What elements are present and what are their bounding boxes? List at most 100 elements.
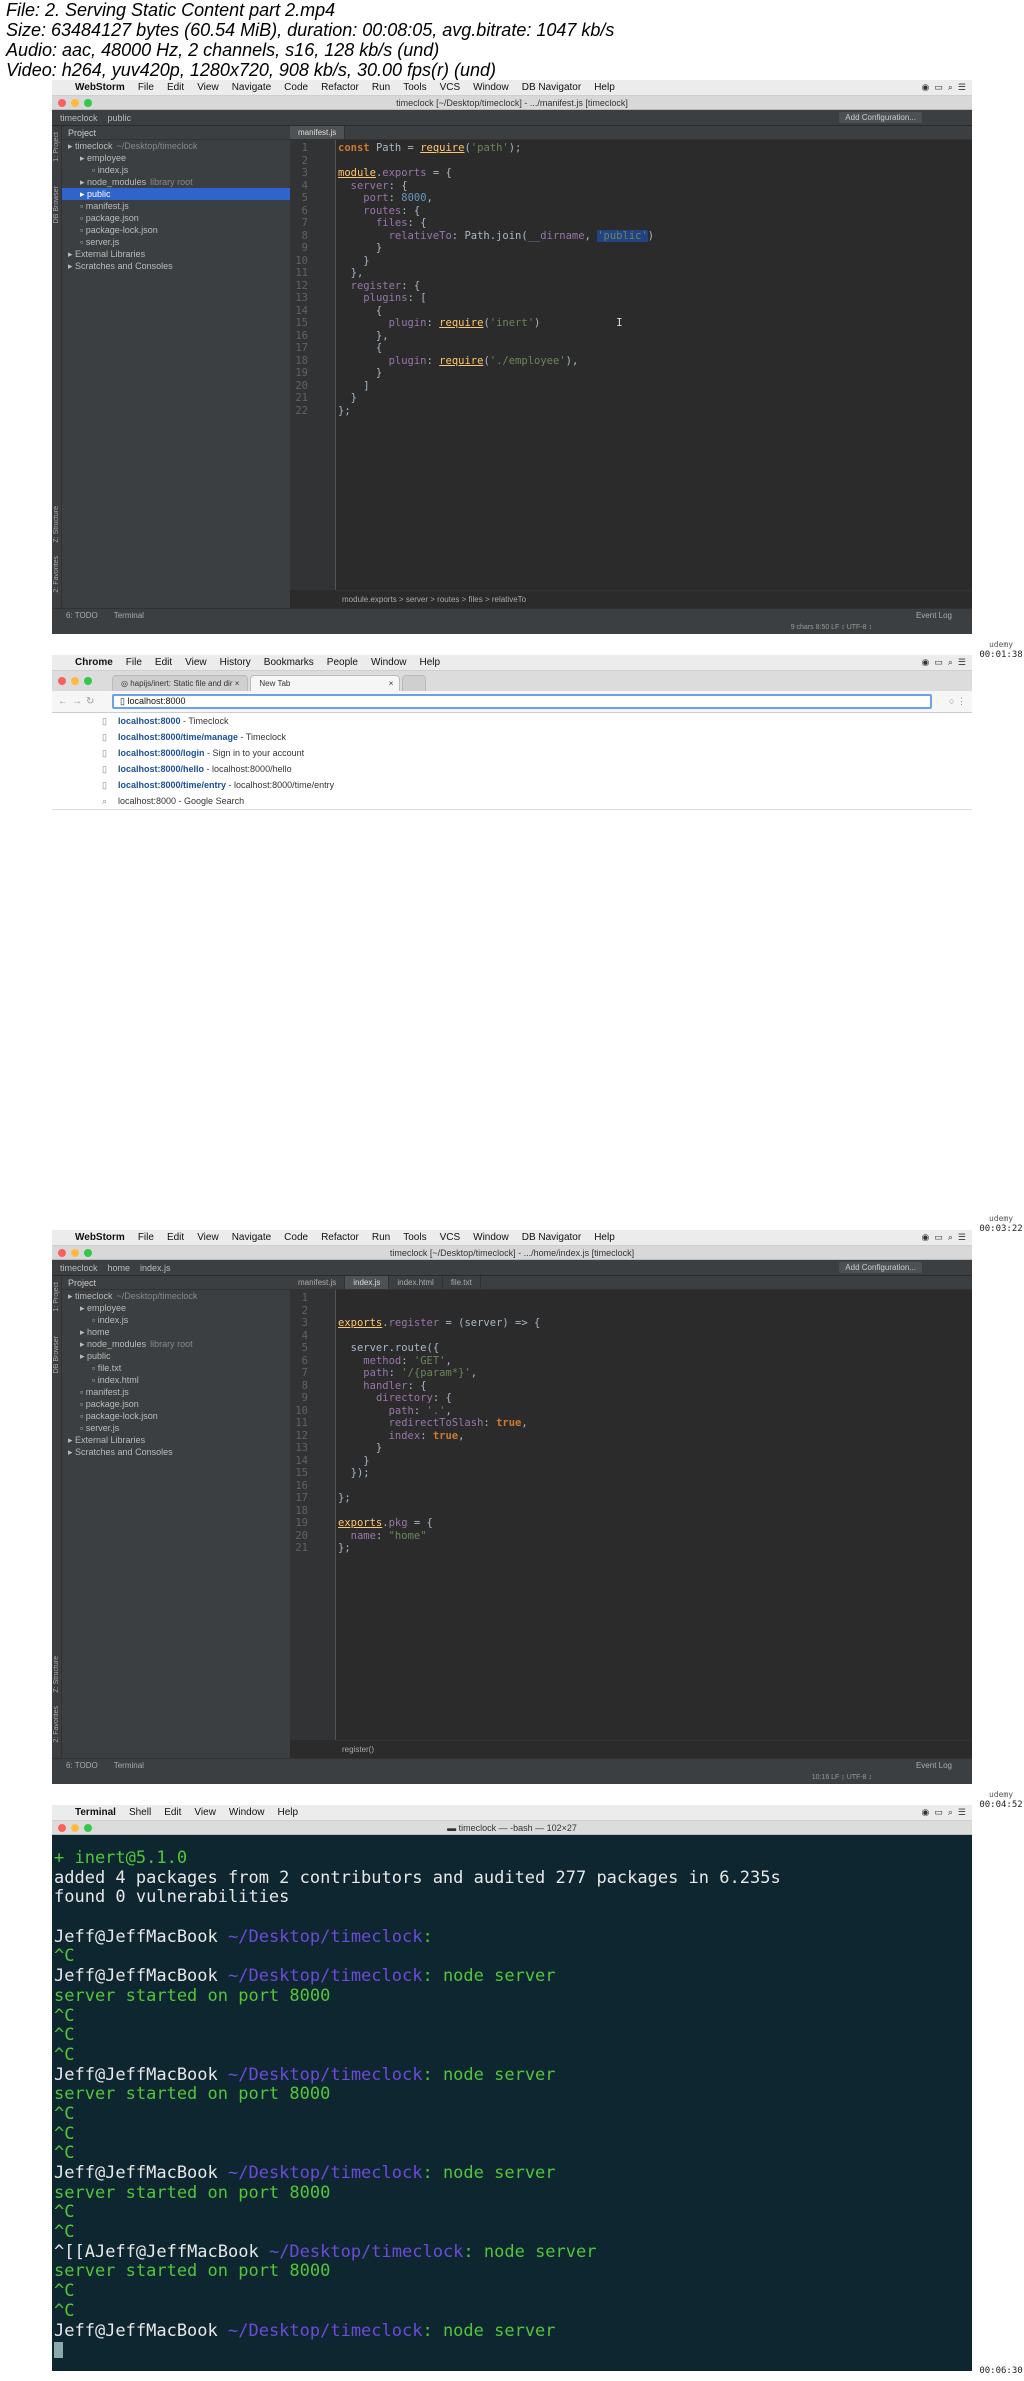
- project-tool-label[interactable]: 1: Project: [53, 132, 60, 162]
- menu-help[interactable]: Help: [420, 657, 441, 668]
- code-editor[interactable]: manifest.js index.js index.html file.txt…: [290, 1276, 972, 1758]
- tree-item[interactable]: ▫ manifest.js: [62, 200, 290, 212]
- event-log-button[interactable]: Event Log: [916, 1761, 952, 1770]
- menu-shell[interactable]: Shell: [129, 1807, 151, 1818]
- favorites-tool-label[interactable]: 2: Favorites: [53, 1706, 60, 1743]
- tree-item[interactable]: ▫ package.json: [62, 1398, 290, 1410]
- tree-item[interactable]: ▫ manifest.js: [62, 1386, 290, 1398]
- menu-edit[interactable]: Edit: [155, 657, 172, 668]
- tree-item[interactable]: ▸ employee: [62, 1302, 290, 1314]
- nav-crumb-index[interactable]: index.js: [140, 1263, 171, 1273]
- menu-app[interactable]: Chrome: [75, 657, 113, 668]
- menu-code[interactable]: Code: [284, 1232, 308, 1243]
- nav-crumb-timeclock[interactable]: timeclock: [60, 1263, 98, 1273]
- terminal-tab[interactable]: Terminal: [114, 1761, 144, 1770]
- menu-vcs[interactable]: VCS: [440, 1232, 461, 1243]
- tab-index-html[interactable]: index.html: [389, 1276, 443, 1289]
- menu-db-navigator[interactable]: DB Navigator: [522, 82, 581, 93]
- editor-breadcrumb[interactable]: module.exports > server > routes > files…: [336, 590, 972, 608]
- menu-refactor[interactable]: Refactor: [321, 1232, 359, 1243]
- menu-db-navigator[interactable]: DB Navigator: [522, 1232, 581, 1243]
- tree-item[interactable]: ▫ server.js: [62, 236, 290, 248]
- tab-inert-github[interactable]: ◎ hapijs/inert: Static file and dir ×: [112, 675, 249, 691]
- tree-item[interactable]: ▫ file.txt: [62, 1362, 290, 1374]
- tab-new-tab[interactable]: New Tab ×: [250, 675, 401, 692]
- tree-item[interactable]: ▸ public: [62, 1350, 290, 1362]
- tab-file-txt[interactable]: file.txt: [443, 1276, 481, 1289]
- menu-window[interactable]: Window: [473, 82, 509, 93]
- menu-run[interactable]: Run: [372, 1232, 390, 1243]
- zoom-icon[interactable]: [84, 1249, 92, 1257]
- zoom-icon[interactable]: [84, 677, 92, 685]
- add-configuration-button[interactable]: Add Configuration...: [839, 1262, 922, 1273]
- menu-file[interactable]: File: [138, 1232, 154, 1243]
- suggestion-item[interactable]: ▯ localhost:8000/hello - localhost:8000/h…: [52, 761, 972, 777]
- suggestion-item[interactable]: ▯ localhost:8000/login - Sign in to your …: [52, 745, 972, 761]
- terminal-output[interactable]: + inert@5.1.0 added 4 packages from 2 con…: [52, 1835, 972, 2371]
- menu-help[interactable]: Help: [278, 1807, 299, 1818]
- list-icon[interactable]: ☰: [958, 1807, 966, 1818]
- tab-close-icon[interactable]: ×: [235, 679, 240, 688]
- tree-item[interactable]: ▫ server.js: [62, 1422, 290, 1434]
- menu-file[interactable]: File: [138, 82, 154, 93]
- nav-crumb-home[interactable]: home: [108, 1263, 131, 1273]
- menu-view[interactable]: View: [197, 1232, 219, 1243]
- tree-item[interactable]: ▸ node_modules library root: [62, 1338, 290, 1350]
- tree-item[interactable]: ▫ index.html: [62, 1374, 290, 1386]
- tree-item[interactable]: ▸ Scratches and Consoles: [62, 1446, 290, 1458]
- reload-icon[interactable]: ↻: [86, 696, 98, 707]
- tree-item[interactable]: ▸ External Libraries: [62, 1434, 290, 1446]
- tree-item[interactable]: ▫ package-lock.json: [62, 224, 290, 236]
- menu-window[interactable]: Window: [473, 1232, 509, 1243]
- menu-bookmarks[interactable]: Bookmarks: [264, 657, 314, 668]
- new-tab-button[interactable]: [402, 675, 427, 691]
- menu-tools[interactable]: Tools: [403, 82, 426, 93]
- menu-search-icon[interactable]: ⌕: [948, 657, 953, 668]
- db-browser-tool-label[interactable]: DB Browser: [53, 1336, 60, 1373]
- menu-dots-icon[interactable]: ⋮: [957, 696, 966, 706]
- tree-item[interactable]: ▫ package.json: [62, 212, 290, 224]
- add-configuration-button[interactable]: Add Configuration...: [839, 112, 922, 123]
- menu-window[interactable]: Window: [229, 1807, 265, 1818]
- profile-icon[interactable]: ○: [949, 696, 954, 706]
- tab-close-icon[interactable]: ×: [389, 676, 394, 692]
- tree-item[interactable]: ▸ home: [62, 1326, 290, 1338]
- menu-app[interactable]: WebStorm: [75, 82, 125, 93]
- todo-tab[interactable]: 6: TODO: [66, 611, 98, 620]
- minimize-icon[interactable]: [71, 1249, 79, 1257]
- tab-manifest-js[interactable]: manifest.js: [290, 1276, 346, 1289]
- menu-window[interactable]: Window: [371, 657, 407, 668]
- code-home-index-js[interactable]: 1 2 3 exports.register = (server) => { 4 …: [290, 1292, 972, 1555]
- tree-item[interactable]: ▸ employee: [62, 152, 290, 164]
- menu-search-icon[interactable]: ⌕: [948, 1807, 953, 1818]
- menu-view[interactable]: View: [185, 657, 207, 668]
- menu-tools[interactable]: Tools: [403, 1232, 426, 1243]
- todo-tab[interactable]: 6: TODO: [66, 1761, 98, 1770]
- tree-item[interactable]: ▸ timeclock ~/Desktop/timeclock: [62, 140, 290, 152]
- editor-breadcrumb[interactable]: register(): [336, 1740, 972, 1758]
- menu-edit[interactable]: Edit: [167, 1232, 184, 1243]
- close-icon[interactable]: [58, 99, 66, 107]
- menu-code[interactable]: Code: [284, 82, 308, 93]
- address-bar[interactable]: ▯ localhost:8000: [112, 694, 932, 709]
- nav-crumb-public[interactable]: public: [108, 113, 132, 123]
- menu-edit[interactable]: Edit: [164, 1807, 181, 1818]
- close-icon[interactable]: [58, 1249, 66, 1257]
- menu-view[interactable]: View: [197, 82, 219, 93]
- menu-edit[interactable]: Edit: [167, 82, 184, 93]
- forward-icon[interactable]: →: [72, 696, 86, 707]
- list-icon[interactable]: ☰: [958, 82, 966, 93]
- close-icon[interactable]: [58, 1824, 66, 1832]
- zoom-icon[interactable]: [84, 1824, 92, 1832]
- db-browser-tool-label[interactable]: DB Browser: [53, 186, 60, 223]
- tree-item[interactable]: ▸ Scratches and Consoles: [62, 260, 290, 272]
- structure-tool-label[interactable]: Z: Structure: [53, 506, 60, 543]
- menu-file[interactable]: File: [126, 657, 142, 668]
- project-panel-header[interactable]: Project: [62, 126, 290, 140]
- suggestion-item[interactable]: ▯ localhost:8000 - Timeclock: [52, 713, 972, 729]
- minimize-icon[interactable]: [71, 677, 79, 685]
- menu-refactor[interactable]: Refactor: [321, 82, 359, 93]
- menu-app[interactable]: Terminal: [75, 1807, 116, 1818]
- project-tool-label[interactable]: 1: Project: [53, 1282, 60, 1312]
- menu-vcs[interactable]: VCS: [440, 82, 461, 93]
